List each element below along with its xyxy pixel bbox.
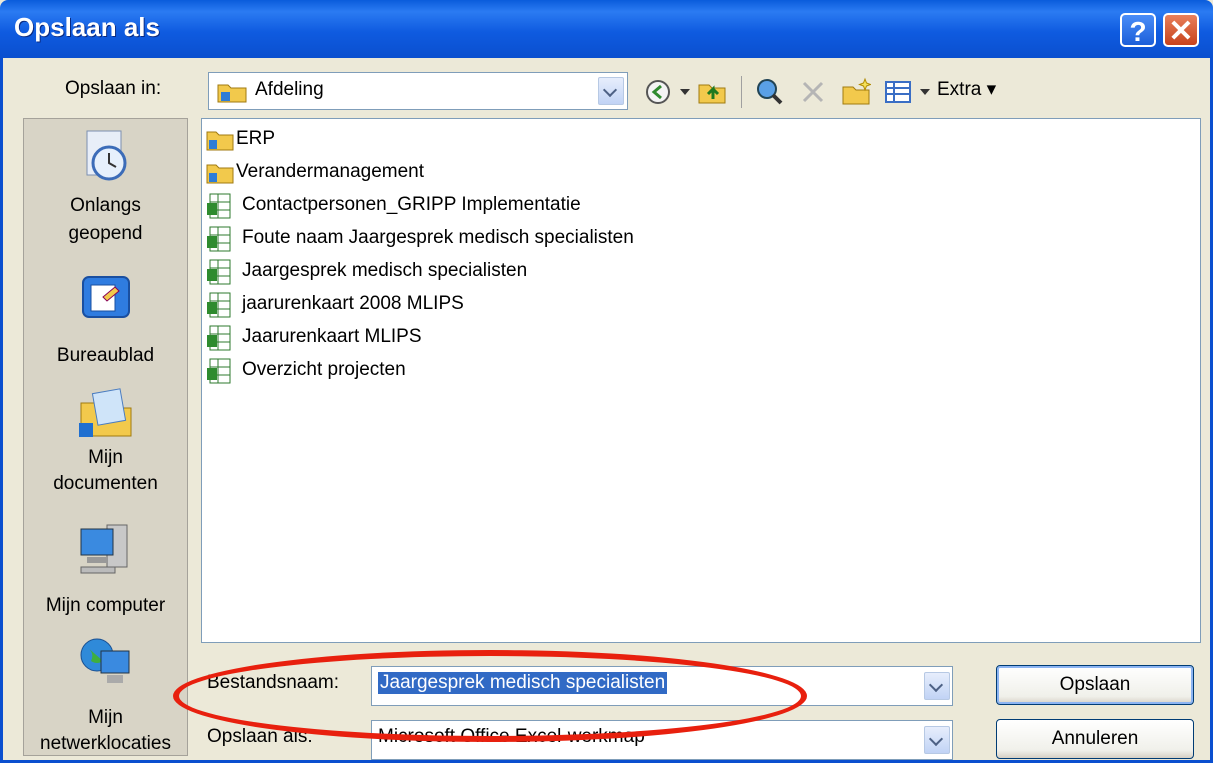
save-in-dropdown-button[interactable] [598,77,624,105]
folder-icon [206,164,234,184]
file-name: jaarurenkaart 2008 MLIPS [242,293,464,314]
desktop-icon [81,276,130,318]
close-button[interactable]: ✕ [1163,13,1199,48]
file-name: Jaarurenkaart MLIPS [242,326,422,347]
filename-input[interactable]: Jaargesprek medisch specialisten [371,666,953,706]
place-my-computer-label: Mijn computer [45,595,166,616]
file-name: Contactpersonen_GRIPP Implementatie [242,194,581,215]
place-my-documents-label-1: Mijn [88,447,123,468]
folder-icon [206,131,234,151]
place-recent-label-1: Onlangs [70,195,141,216]
new-folder-icon[interactable] [841,77,871,107]
excel-file-icon [207,226,231,252]
excel-file-icon [207,325,231,351]
excel-file-icon [207,292,231,318]
title-bar: Opslaan als ? ✕ [0,0,1213,58]
save-in-value: Afdeling [255,79,324,100]
back-dropdown-icon[interactable] [680,89,690,95]
my-documents-icon [78,388,131,437]
back-icon[interactable] [643,77,673,107]
folder-icon [217,84,247,103]
savetype-select[interactable]: Microsoft Office Excel-werkmap [371,720,953,760]
savetype-label: Opslaan als: [207,726,313,747]
up-folder-icon[interactable] [697,77,727,107]
extra-menu[interactable]: Extra ▾ [937,78,996,101]
views-dropdown-icon[interactable] [920,89,930,95]
savetype-value: Microsoft Office Excel-werkmap [378,726,645,747]
file-list[interactable]: ERP Verandermanagement Contactpersonen_G… [201,118,1201,643]
help-button[interactable]: ? [1120,13,1156,47]
excel-file-icon [207,193,231,219]
cancel-button[interactable]: Annuleren [996,719,1194,759]
save-as-dialog: Opslaan in: Afdeling Extra ▾ Onlangs geo… [0,58,1213,763]
places-bar: Onlangs geopend Bureaublad Mijn document… [23,118,188,756]
excel-file-icon [207,259,231,285]
save-in-label: Opslaan in: [65,78,162,99]
window-title: Opslaan als [14,12,160,42]
filename-value: Jaargesprek medisch specialisten [378,672,668,694]
place-my-documents-label-2: documenten [53,473,158,494]
recent-clock-icon [86,130,126,181]
search-web-icon[interactable] [755,77,785,107]
delete-icon[interactable] [798,77,828,107]
file-name: Verandermanagement [236,161,425,182]
file-name: Foute naam Jaargesprek medisch specialis… [242,227,634,248]
place-desktop-label: Bureaublad [56,345,155,366]
place-network-label-1: Mijn [88,707,123,728]
file-name: Overzicht projecten [242,359,406,380]
excel-file-icon [207,358,231,384]
save-in-combo[interactable]: Afdeling [208,72,628,110]
place-recent-label-2: geopend [68,223,143,244]
toolbar-separator [741,76,742,108]
my-computer-icon [80,524,127,574]
place-network-label-2: netwerklocaties [40,733,171,754]
views-icon[interactable] [883,77,913,107]
save-button[interactable]: Opslaan [996,665,1194,705]
savetype-dropdown-button[interactable] [924,726,950,754]
filename-label: Bestandsnaam: [207,672,340,693]
filename-dropdown-button[interactable] [924,672,950,700]
file-name: Jaargesprek medisch specialisten [242,260,528,281]
network-places-icon [80,638,129,683]
file-name: ERP [236,128,276,149]
